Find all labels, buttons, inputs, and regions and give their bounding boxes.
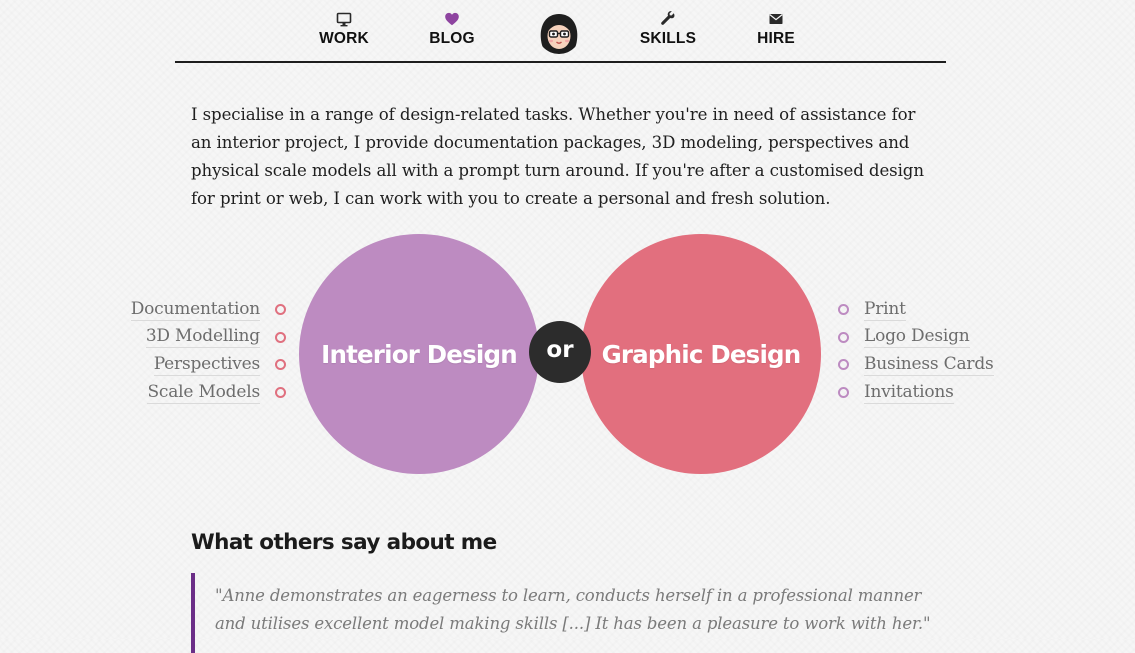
top-navigation: WORK BLOG SKILLS HIRE	[175, 0, 946, 63]
monitor-icon	[336, 12, 352, 27]
nav-blog-label: BLOG	[429, 30, 475, 47]
interior-design-title: Interior Design	[321, 339, 518, 369]
bullet-icon	[838, 304, 849, 315]
graphic-design-circle: Graphic Design	[581, 234, 821, 474]
bullet-icon	[275, 387, 286, 399]
service-invitations: Invitations	[864, 381, 954, 404]
service-logo-design: Logo Design	[864, 326, 970, 349]
list-item: Logo Design	[838, 324, 994, 352]
service-perspectives: Perspectives	[153, 353, 260, 376]
service-3d-modelling: 3D Modelling	[145, 326, 260, 349]
list-item: 3D Modelling	[131, 324, 286, 352]
nav-work-label: WORK	[319, 30, 369, 47]
testimonial-text: "Anne demonstrates an eagerness to learn…	[215, 586, 931, 633]
envelope-icon	[769, 14, 783, 24]
list-item: Print	[838, 296, 994, 324]
nav-blog[interactable]: BLOG	[412, 11, 492, 48]
graphic-design-title: Graphic Design	[601, 339, 802, 369]
service-scale-models: Scale Models	[147, 381, 260, 404]
nav-skills-label: SKILLS	[639, 30, 697, 47]
bullet-icon	[838, 331, 849, 343]
avatar[interactable]	[537, 10, 581, 54]
graphic-services-list: Print Logo Design Business Cards Invitat…	[838, 296, 994, 407]
heart-icon	[445, 12, 459, 26]
list-item: Invitations	[838, 379, 994, 407]
testimonial-quote: "Anne demonstrates an eagerness to learn…	[191, 573, 931, 653]
wrench-icon	[661, 11, 675, 25]
service-documentation: Documentation	[130, 298, 260, 321]
bullet-icon	[275, 304, 286, 315]
bullet-icon	[838, 387, 849, 399]
list-item: Documentation	[130, 296, 286, 324]
interior-services-list: Documentation 3D Modelling Perspectives …	[130, 296, 286, 407]
testimonials-heading: What others say about me	[191, 530, 497, 555]
list-item: Perspectives	[131, 351, 286, 379]
service-business-cards: Business Cards	[864, 353, 994, 376]
or-divider: or	[529, 321, 591, 383]
bullet-icon	[275, 359, 286, 371]
service-print: Print	[864, 298, 906, 321]
list-item: Business Cards	[838, 351, 994, 379]
nav-skills[interactable]: SKILLS	[628, 11, 708, 48]
avatar-illustration	[537, 10, 581, 54]
nav-hire[interactable]: HIRE	[736, 11, 816, 48]
list-item: Scale Models	[131, 379, 286, 407]
nav-hire-label: HIRE	[757, 30, 795, 47]
interior-design-circle: Interior Design	[299, 234, 539, 474]
nav-work[interactable]: WORK	[304, 11, 384, 48]
bullet-icon	[838, 359, 849, 371]
intro-paragraph: I specialise in a range of design-relate…	[191, 105, 924, 208]
bullet-icon	[275, 331, 286, 343]
